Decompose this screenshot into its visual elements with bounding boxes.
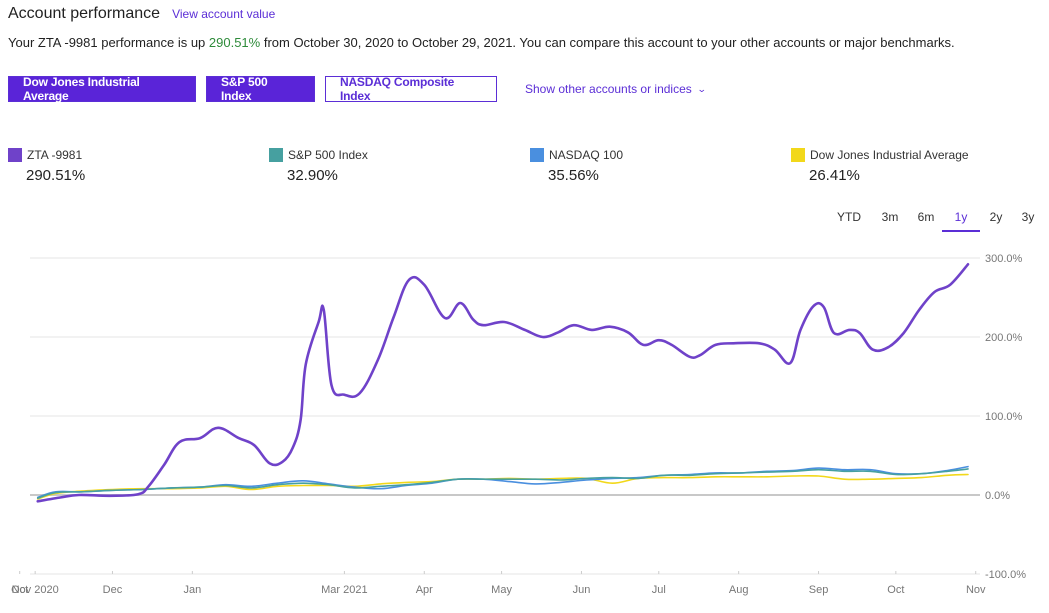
x-tick-label: Oct (887, 584, 904, 596)
legend-value: 290.51% (26, 167, 86, 184)
legend-swatch (269, 148, 283, 162)
x-tick-label: Jun (573, 584, 591, 596)
legend-item-dow-jones: Dow Jones Industrial Average 26.41% (791, 148, 969, 184)
legend-name: Dow Jones Industrial Average (810, 148, 969, 162)
summary-performance-value: 290.51% (208, 35, 261, 50)
chart-grid (30, 257, 980, 575)
summary-prefix: Your ZTA -9981 performance is up (8, 35, 209, 50)
performance-chart: Oct Nov 2020 Dec Jan Mar 2021 Apr May Jun Jul Aug… (11, 253, 1026, 596)
legend-name: ZTA -9981 (27, 148, 83, 162)
x-tick-label: Aug (729, 584, 749, 596)
chart-legend: ZTA -9981 290.51% S&P 500 Index 32.90% N… (0, 148, 1049, 188)
tab-3m[interactable]: 3m (872, 208, 908, 226)
series-line-s-p-500-index (36, 468, 969, 499)
legend-value: 35.56% (548, 167, 599, 184)
legend-value: 32.90% (287, 167, 338, 184)
x-tick-label: Dec (103, 584, 123, 596)
x-tick-label: Mar 2021 (321, 584, 367, 596)
x-axis: Oct Nov 2020 Dec Jan Mar 2021 Apr May Jun Jul Aug… (11, 571, 986, 596)
chart-series (36, 263, 970, 503)
time-range-tabs: YTD 3m 6m 1y 2y 3y (834, 208, 1044, 232)
legend-name: S&P 500 Index (288, 148, 368, 162)
x-tick-label: Apr (416, 584, 433, 596)
tab-2y[interactable]: 2y (980, 208, 1012, 226)
x-tick-label: Jul (652, 584, 666, 596)
legend-name: NASDAQ 100 (549, 148, 624, 162)
y-tick-label: 0.0% (985, 490, 1010, 502)
x-tick-label: Jan (183, 584, 201, 596)
header: Account performance View account value (8, 5, 275, 23)
legend-item-zta: ZTA -9981 290.51% (8, 148, 85, 184)
chevron-down-icon: ⌄ (696, 83, 707, 94)
y-tick-label: 300.0% (985, 253, 1023, 265)
legend-swatch (530, 148, 544, 162)
sp500-button[interactable]: S&P 500 Index (206, 75, 315, 103)
dow-jones-button[interactable]: Dow Jones Industrial Average (8, 75, 196, 103)
x-tick-label: Nov 2020 (12, 584, 59, 596)
tab-3y[interactable]: 3y (1012, 208, 1044, 226)
show-other-accounts-dropdown[interactable]: Show other accounts or indices ⌄ (525, 82, 707, 96)
x-tick-label: Nov (966, 584, 986, 596)
tab-6m[interactable]: 6m (908, 208, 944, 226)
tab-ytd[interactable]: YTD (834, 208, 864, 226)
nasdaq-composite-button[interactable]: NASDAQ Composite Index (325, 75, 497, 103)
legend-item-nasdaq100: NASDAQ 100 35.56% (530, 148, 623, 184)
legend-value: 26.41% (809, 167, 860, 184)
benchmark-button-row: Dow Jones Industrial Average S&P 500 Ind… (8, 75, 707, 103)
x-tick-label: May (491, 584, 512, 596)
series-line-zta-9981 (36, 263, 970, 503)
legend-swatch (791, 148, 805, 162)
legend-item-sp500: S&P 500 Index 32.90% (269, 148, 368, 184)
view-account-value-link[interactable]: View account value (172, 7, 275, 21)
show-other-label: Show other accounts or indices (525, 82, 692, 96)
y-axis: 300.0% 200.0% 100.0% 0.0% -100.0% (985, 253, 1026, 581)
series-line-nasdaq-100 (36, 465, 969, 499)
x-tick-label: Sep (809, 584, 829, 596)
performance-summary: Your ZTA -9981 performance is up 290.51%… (8, 35, 955, 50)
summary-suffix: from October 30, 2020 to October 29, 202… (260, 35, 955, 50)
y-tick-label: 100.0% (985, 411, 1023, 423)
y-tick-label: -100.0% (985, 569, 1026, 581)
legend-swatch (8, 148, 22, 162)
y-tick-label: 200.0% (985, 332, 1023, 344)
tab-1y[interactable]: 1y (942, 208, 980, 232)
page-title: Account performance (8, 5, 161, 22)
